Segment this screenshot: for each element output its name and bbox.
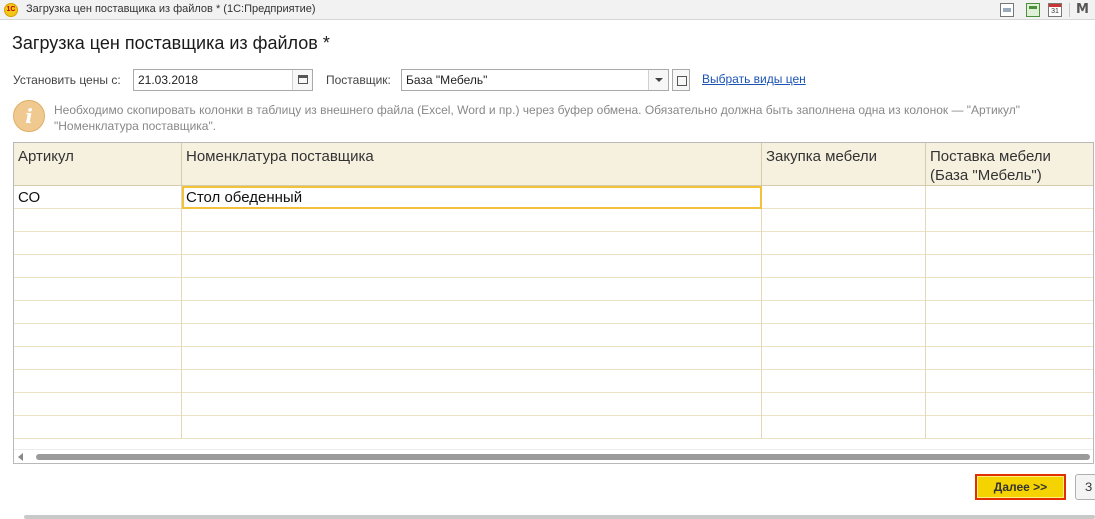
cell-empty[interactable]	[14, 370, 182, 393]
table-row-empty[interactable]	[14, 324, 1093, 347]
date-field[interactable]: 21.03.2018	[133, 69, 313, 91]
column-header-purchase[interactable]: Закупка мебели	[762, 143, 926, 186]
column-header-article[interactable]: Артикул	[14, 143, 182, 186]
hint-line-2: "Номенклатура поставщика".	[54, 119, 217, 133]
scroll-left-icon[interactable]	[18, 453, 23, 461]
cell-empty[interactable]	[762, 324, 926, 347]
page-title: Загрузка цен поставщика из файлов *	[12, 33, 330, 53]
cell-empty[interactable]	[762, 209, 926, 232]
column-header-label-2: (База "Мебель")	[930, 167, 1042, 184]
cell-empty[interactable]	[762, 278, 926, 301]
cell-empty[interactable]	[14, 347, 182, 370]
column-header-delivery[interactable]: Поставка мебели (База "Мебель")	[926, 143, 1093, 186]
column-header-label: Закупка мебели	[766, 148, 878, 165]
calendar-icon	[298, 75, 308, 84]
scrollbar-thumb[interactable]	[36, 454, 1090, 460]
table-row-empty[interactable]	[14, 347, 1093, 370]
table-row-empty[interactable]	[14, 209, 1093, 232]
column-header-label: Артикул	[18, 148, 74, 165]
date-value: 21.03.2018	[138, 73, 199, 87]
cell-empty[interactable]	[14, 209, 182, 232]
cell-empty[interactable]	[926, 416, 1093, 439]
cell-empty[interactable]	[926, 255, 1093, 278]
cell-empty[interactable]	[14, 393, 182, 416]
app-logo-icon[interactable]: 1С	[4, 3, 18, 17]
main-menu-icon[interactable]: M	[1076, 2, 1090, 17]
cell-empty[interactable]	[182, 255, 762, 278]
cell-empty[interactable]	[926, 301, 1093, 324]
cell-empty[interactable]	[182, 370, 762, 393]
print-icon[interactable]	[1000, 3, 1014, 17]
cell-empty[interactable]	[14, 301, 182, 324]
date-label: Установить цены с:	[13, 73, 121, 87]
calendar-icon[interactable]: 31	[1048, 3, 1062, 17]
column-header-label: Поставка мебели	[930, 148, 1051, 165]
cell-empty[interactable]	[182, 416, 762, 439]
column-header-nomenclature[interactable]: Номенклатура поставщика	[182, 143, 762, 186]
cell-empty[interactable]	[762, 255, 926, 278]
table-row-empty[interactable]	[14, 255, 1093, 278]
cell-empty[interactable]	[762, 393, 926, 416]
hint-line-1: Необходимо скопировать колонки в таблицу…	[54, 103, 1021, 117]
calculator-icon[interactable]	[1026, 3, 1040, 17]
table-row-empty[interactable]	[14, 416, 1093, 439]
select-price-types-link[interactable]: Выбрать виды цен	[702, 72, 806, 86]
supplier-label: Поставщик:	[326, 73, 391, 87]
cell-purchase[interactable]	[762, 186, 926, 209]
cell-empty[interactable]	[14, 324, 182, 347]
table-row-empty[interactable]	[14, 301, 1093, 324]
cell-empty[interactable]	[14, 278, 182, 301]
horizontal-scrollbar[interactable]	[14, 449, 1093, 463]
hint-text: Необходимо скопировать колонки в таблицу…	[54, 102, 1092, 134]
cell-empty[interactable]	[182, 209, 762, 232]
bottom-scrollbar[interactable]	[24, 515, 1095, 519]
cell-empty[interactable]	[926, 278, 1093, 301]
table-row-empty[interactable]	[14, 393, 1093, 416]
cell-empty[interactable]	[926, 393, 1093, 416]
window-title: Загрузка цен поставщика из файлов * (1С:…	[26, 3, 316, 15]
cell-empty[interactable]	[926, 232, 1093, 255]
cell-delivery[interactable]	[926, 186, 1093, 209]
cell-nomenclature-editing[interactable]: Стол обеденный	[182, 186, 762, 209]
close-button[interactable]: З	[1075, 474, 1095, 500]
table-row-empty[interactable]	[14, 370, 1093, 393]
cell-empty[interactable]	[762, 301, 926, 324]
cell-empty[interactable]	[182, 232, 762, 255]
cell-empty[interactable]	[762, 416, 926, 439]
cell-empty[interactable]	[926, 347, 1093, 370]
table-row[interactable]: СО Стол обеденный	[14, 186, 1093, 209]
cell-empty[interactable]	[762, 370, 926, 393]
supplier-value: База "Мебель"	[406, 73, 488, 87]
table-row-empty[interactable]	[14, 232, 1093, 255]
cell-empty[interactable]	[762, 232, 926, 255]
cell-empty[interactable]	[182, 301, 762, 324]
table-body: СО Стол обеденный	[14, 186, 1093, 448]
cell-empty[interactable]	[14, 255, 182, 278]
cell-empty[interactable]	[14, 232, 182, 255]
table-header: Артикул Номенклатура поставщика Закупка …	[14, 143, 1093, 186]
prices-table[interactable]: Артикул Номенклатура поставщика Закупка …	[13, 142, 1094, 464]
window-titlebar: 1С Загрузка цен поставщика из файлов * (…	[0, 0, 1095, 20]
toolbar-separator	[1069, 3, 1070, 17]
cell-empty[interactable]	[182, 278, 762, 301]
cell-empty[interactable]	[182, 347, 762, 370]
table-row-empty[interactable]	[14, 278, 1093, 301]
cell-empty[interactable]	[926, 370, 1093, 393]
cell-empty[interactable]	[926, 324, 1093, 347]
cell-article[interactable]: СО	[14, 186, 182, 209]
cell-empty[interactable]	[182, 393, 762, 416]
chevron-down-icon[interactable]	[648, 70, 668, 90]
info-icon: i	[13, 100, 45, 132]
cell-empty[interactable]	[926, 209, 1093, 232]
next-button[interactable]: Далее >>	[975, 474, 1066, 500]
cell-empty[interactable]	[14, 416, 182, 439]
cell-empty[interactable]	[762, 347, 926, 370]
cell-empty[interactable]	[182, 324, 762, 347]
column-header-label: Номенклатура поставщика	[186, 148, 374, 165]
supplier-field[interactable]: База "Мебель"	[401, 69, 669, 91]
calendar-picker-button[interactable]	[292, 70, 312, 90]
open-supplier-button[interactable]	[672, 69, 690, 91]
